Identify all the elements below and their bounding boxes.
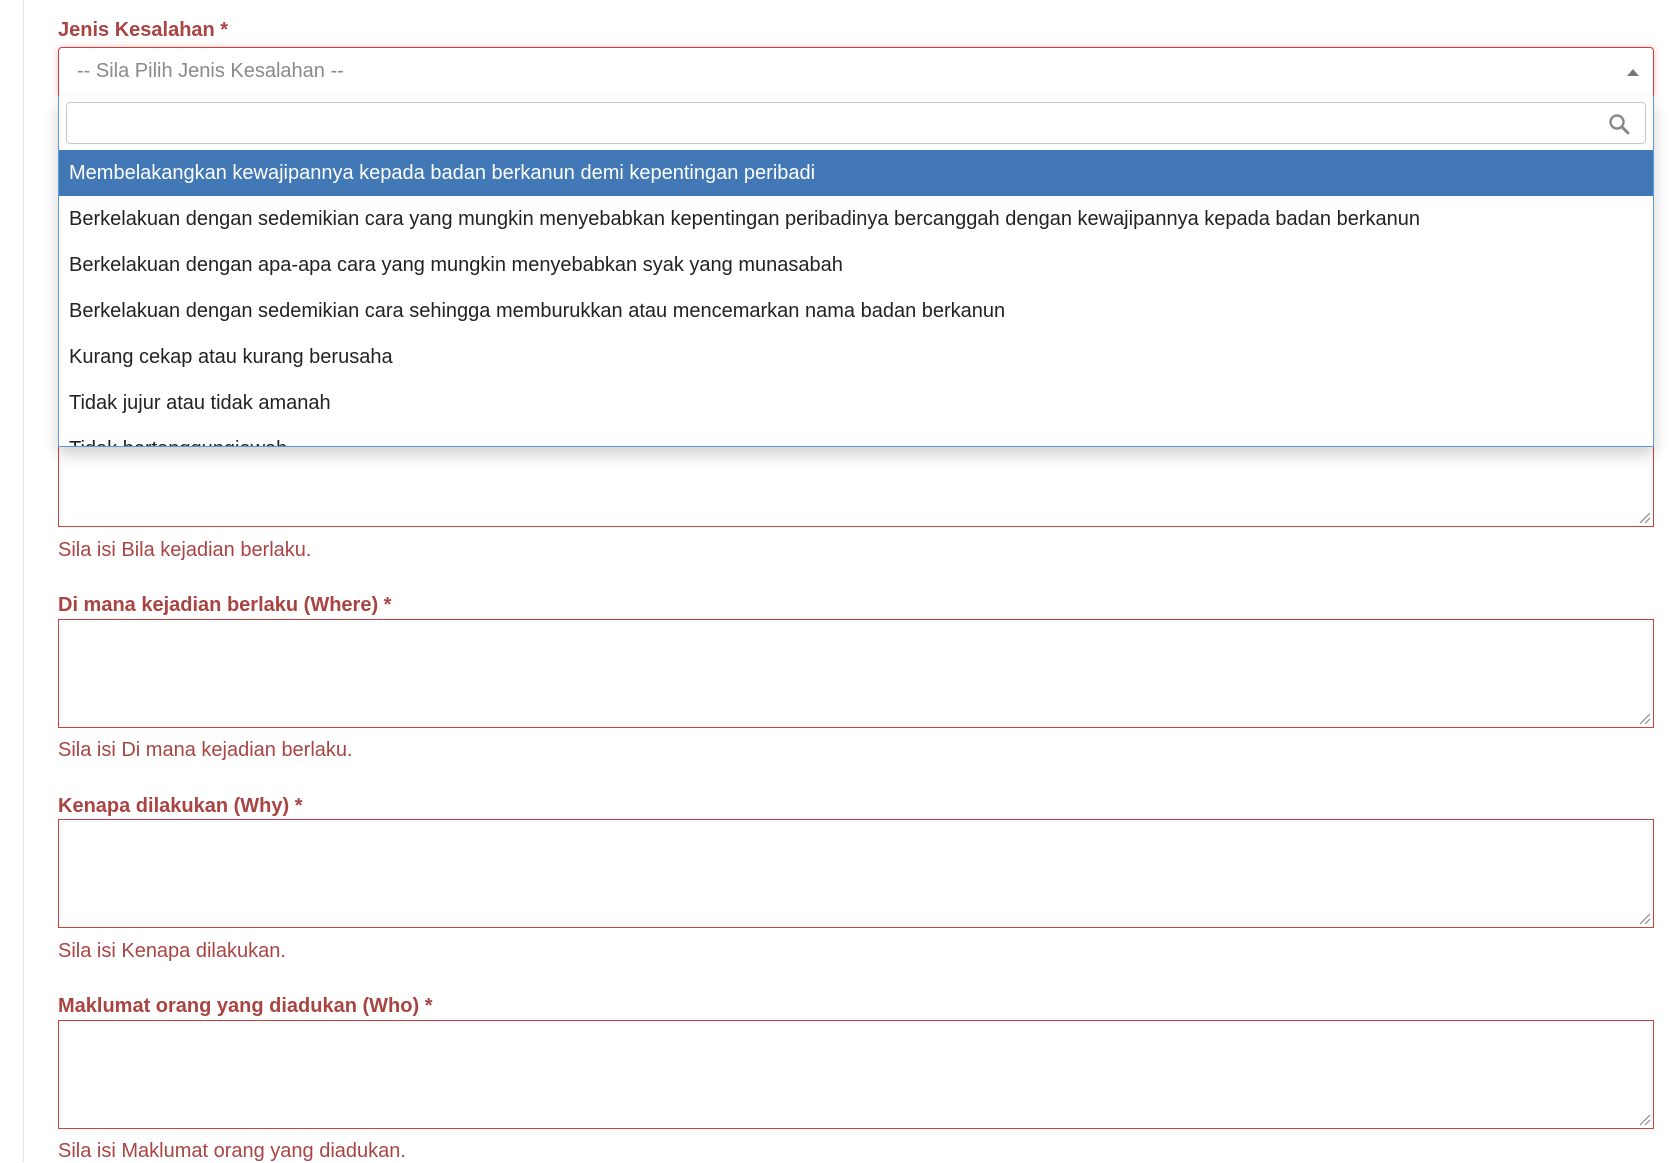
jenis-kesalahan-dropdown: Membelakangkan kewajipannya kepada badan… bbox=[58, 96, 1654, 447]
di-mana-textarea[interactable] bbox=[58, 619, 1654, 728]
resize-grip-icon[interactable] bbox=[1637, 711, 1651, 725]
complaint-form: Jenis Kesalahan * Sila isi Bila kejadian… bbox=[58, 0, 1654, 1162]
dropdown-option[interactable]: Tidak bertanggungjawab bbox=[59, 426, 1653, 446]
maklumat-error: Sila isi Maklumat orang yang diadukan. bbox=[58, 1140, 406, 1162]
dropdown-option[interactable]: Berkelakuan dengan sedemikian cara yang … bbox=[59, 196, 1653, 242]
kenapa-label: Kenapa dilakukan (Why) * bbox=[58, 795, 303, 817]
dropdown-option[interactable]: Tidak jujur atau tidak amanah bbox=[59, 380, 1653, 426]
dropdown-options: Membelakangkan kewajipannya kepada badan… bbox=[59, 150, 1653, 446]
bila-error: Sila isi Bila kejadian berlaku. bbox=[58, 539, 312, 561]
dropdown-option[interactable]: Kurang cekap atau kurang berusaha bbox=[59, 334, 1653, 380]
jenis-kesalahan-select[interactable]: -- Sila Pilih Jenis Kesalahan -- bbox=[58, 47, 1654, 96]
di-mana-label: Di mana kejadian berlaku (Where) * bbox=[58, 594, 392, 616]
dropdown-option[interactable]: Membelakangkan kewajipannya kepada badan… bbox=[59, 150, 1653, 196]
search-icon bbox=[1609, 114, 1630, 135]
kenapa-textarea[interactable] bbox=[58, 819, 1654, 928]
page-left-rule bbox=[23, 0, 24, 1162]
dropdown-option[interactable]: Berkelakuan dengan sedemikian cara sehin… bbox=[59, 288, 1653, 334]
jenis-kesalahan-label: Jenis Kesalahan * bbox=[58, 19, 229, 41]
kenapa-error: Sila isi Kenapa dilakukan. bbox=[58, 940, 286, 962]
dropdown-option[interactable]: Berkelakuan dengan apa-apa cara yang mun… bbox=[59, 242, 1653, 288]
maklumat-label: Maklumat orang yang diadukan (Who) * bbox=[58, 995, 433, 1017]
maklumat-textarea[interactable] bbox=[58, 1020, 1654, 1129]
resize-grip-icon[interactable] bbox=[1637, 911, 1651, 925]
resize-grip-icon[interactable] bbox=[1637, 510, 1651, 524]
dropdown-search-input[interactable] bbox=[66, 102, 1646, 144]
caret-up-icon[interactable] bbox=[1627, 69, 1639, 76]
di-mana-error: Sila isi Di mana kejadian berlaku. bbox=[58, 739, 353, 761]
resize-grip-icon[interactable] bbox=[1637, 1112, 1651, 1126]
select-placeholder: -- Sila Pilih Jenis Kesalahan -- bbox=[77, 60, 344, 82]
